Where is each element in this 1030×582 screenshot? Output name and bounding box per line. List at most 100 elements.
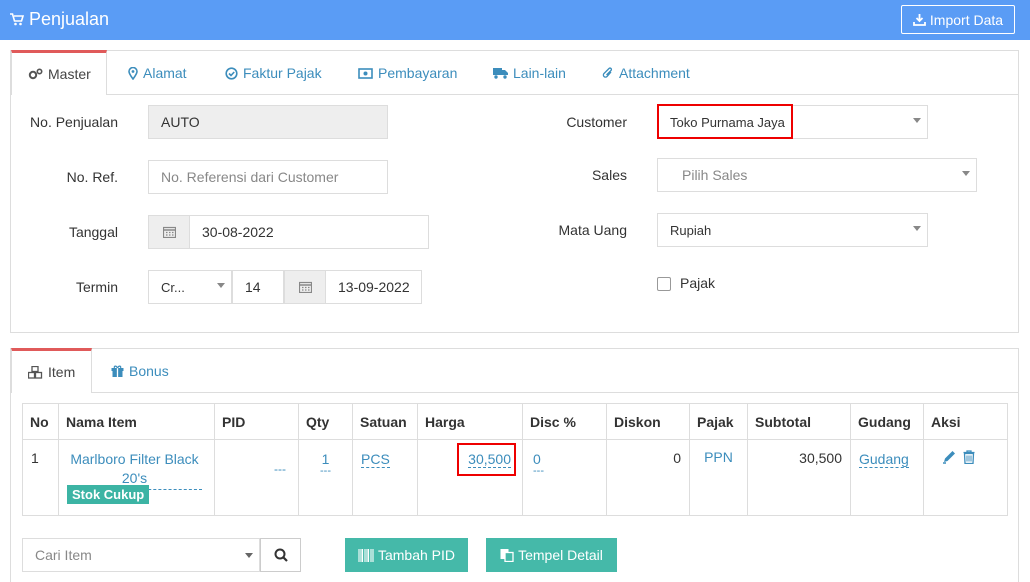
page-title-text: Penjualan [29, 9, 110, 29]
subtotal-value: 30,500 [799, 450, 842, 466]
master-tabs: Master Alamat Faktur Pajak Pembayaran La… [11, 50, 1018, 95]
table-header-row: No Nama Item PID Qty Satuan Harga Disc %… [22, 403, 1008, 440]
tab-faktur-pajak[interactable]: Faktur Pajak [225, 51, 322, 95]
item-tabs: Item Bonus [11, 348, 1018, 393]
paste-icon [500, 548, 514, 562]
tab-attachment[interactable]: Attachment [602, 51, 690, 95]
col-harga: Harga [417, 403, 523, 440]
tambah-pid-button[interactable]: Tambah PID [345, 538, 468, 572]
tab-pembayaran-label: Pembayaran [378, 65, 458, 81]
search-icon [274, 548, 288, 562]
tanggal-input[interactable]: 30-08-2022 [189, 215, 429, 249]
search-button[interactable] [260, 538, 301, 572]
cell-subtotal: 30,500 [747, 439, 851, 516]
mata-uang-select[interactable]: Rupiah [657, 213, 928, 247]
item-name-link[interactable]: Marlboro Filter Black 20's [67, 450, 202, 490]
col-disc-pct: Disc % [522, 403, 607, 440]
termin-calendar-addon[interactable] [284, 270, 326, 304]
shopping-cart-icon [10, 13, 24, 26]
cari-item-select[interactable]: Cari Item [22, 538, 260, 572]
cell-diskon: 0 [606, 439, 690, 516]
tab-bonus-label: Bonus [129, 363, 169, 379]
tab-item-label: Item [48, 364, 76, 380]
termin-date-input[interactable]: 13-09-2022 [325, 270, 422, 304]
cell-nama-item: Marlboro Filter Black 20's Stok Cukup [58, 439, 215, 516]
harga-highlight [457, 443, 516, 476]
no-penjualan-label: No. Penjualan [30, 114, 118, 130]
tanggal-calendar-addon[interactable] [148, 215, 190, 249]
col-qty: Qty [298, 403, 353, 440]
pajak-value[interactable]: PPN [704, 449, 733, 465]
sales-select[interactable]: Pilih Sales [657, 158, 977, 192]
chevron-down-icon [217, 283, 225, 288]
pencil-icon[interactable] [942, 450, 956, 464]
tab-faktur-pajak-label: Faktur Pajak [243, 65, 322, 81]
termin-type-select[interactable]: Cr... [148, 270, 232, 304]
cell-gudang: Gudang [850, 439, 924, 516]
tab-alamat[interactable]: Alamat [128, 51, 187, 95]
chevron-down-icon [913, 118, 921, 123]
import-data-label: Import Data [929, 11, 1004, 28]
import-data-button[interactable]: Import Data [901, 5, 1015, 34]
col-gudang: Gudang [850, 403, 924, 440]
col-nama-item: Nama Item [58, 403, 215, 440]
calendar-icon [162, 226, 176, 238]
gift-icon [111, 365, 124, 377]
tempel-detail-label: Tempel Detail [518, 547, 603, 563]
col-subtotal: Subtotal [747, 403, 851, 440]
truck-icon [493, 67, 508, 79]
customer-label: Customer [566, 114, 627, 130]
cubes-icon [28, 365, 43, 379]
col-satuan: Satuan [352, 403, 418, 440]
cell-no: 1 [22, 439, 59, 516]
tanggal-label: Tanggal [68, 224, 118, 240]
mata-uang-label: Mata Uang [558, 222, 627, 238]
no-ref-label: No. Ref. [66, 169, 118, 185]
no-penjualan-field: AUTO [148, 105, 388, 139]
tab-master-label: Master [48, 66, 91, 82]
customer-highlight [657, 104, 793, 139]
mata-uang-value: Rupiah [670, 222, 712, 238]
gears-icon [28, 67, 43, 81]
no-ref-input[interactable]: No. Referensi dari Customer [148, 160, 388, 194]
col-no: No [22, 403, 59, 440]
cell-pajak: PPN [689, 439, 748, 516]
col-aksi: Aksi [923, 403, 1008, 440]
pajak-label: Pajak [680, 275, 716, 291]
tab-pembayaran[interactable]: Pembayaran [358, 51, 457, 95]
check-circle-icon [225, 66, 238, 80]
tab-lain-lain[interactable]: Lain-lain [493, 51, 566, 95]
col-pajak: Pajak [689, 403, 748, 440]
chevron-down-icon [962, 171, 970, 176]
money-icon [358, 67, 373, 79]
gudang-value[interactable]: Gudang [859, 451, 909, 468]
col-diskon: Diskon [606, 403, 690, 440]
qty-sub: --- [320, 465, 331, 477]
cari-item-placeholder: Cari Item [35, 547, 92, 563]
satuan-value[interactable]: PCS [361, 451, 390, 468]
termin-days-input[interactable]: 14 [232, 270, 284, 304]
disc-sub: --- [533, 465, 544, 477]
cell-aksi [923, 439, 1008, 516]
tab-item[interactable]: Item [11, 348, 92, 393]
cell-qty: 1 --- [298, 439, 353, 516]
trash-icon[interactable] [963, 450, 975, 464]
termin-type-value: Cr... [161, 279, 185, 295]
diskon-value: 0 [673, 450, 681, 466]
chevron-down-icon [245, 553, 253, 558]
pajak-checkbox[interactable] [657, 277, 671, 291]
paperclip-icon [602, 66, 614, 80]
pid-value[interactable]: --- [274, 462, 286, 476]
sales-placeholder: Pilih Sales [682, 167, 748, 183]
download-icon [913, 13, 926, 26]
cell-satuan: PCS [352, 439, 418, 516]
cell-pid: --- [214, 439, 299, 516]
map-marker-icon [128, 66, 138, 80]
sales-label: Sales [591, 167, 627, 183]
tab-master[interactable]: Master [11, 50, 107, 95]
tab-alamat-label: Alamat [143, 65, 187, 81]
page-header: Penjualan Import Data [0, 0, 1030, 40]
tab-bonus[interactable]: Bonus [111, 349, 169, 393]
stock-status-badge: Stok Cukup [67, 485, 150, 504]
tempel-detail-button[interactable]: Tempel Detail [486, 538, 617, 572]
